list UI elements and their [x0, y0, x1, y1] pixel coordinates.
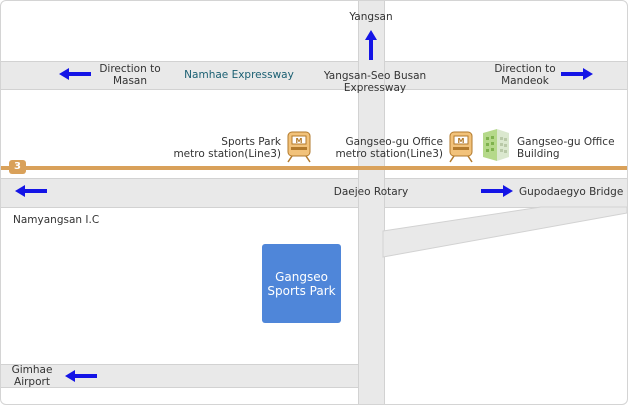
metro-line-3: [1, 166, 627, 170]
gangseo-office-station-label: Gangseo-gu Office metro station(Line3): [335, 136, 443, 160]
arrow-left-icon: [65, 370, 97, 382]
yangsan-label: Yangsan: [349, 11, 393, 23]
svg-text:M: M: [458, 137, 465, 145]
namhae-expressway-label: Namhae Expressway: [184, 69, 294, 81]
arrow-left-icon: [59, 68, 91, 80]
line-3-badge: 3: [9, 160, 26, 174]
arrow-up-icon: [365, 30, 377, 60]
location-map: 3 M M Yangsan Direction to Masan Namhae …: [0, 0, 628, 405]
arrow-right-icon: [561, 68, 593, 80]
metro-train-icon: M: [449, 131, 473, 163]
direction-masan-label: Direction to Masan: [99, 63, 161, 87]
office-building-icon: [483, 129, 509, 161]
daejeo-rotary-label: Daejeo Rotary: [333, 186, 409, 198]
sports-park-station-label: Sports Park metro station(Line3): [173, 136, 281, 160]
gimhae-airport-label: Gimhae Airport: [11, 364, 53, 388]
yangsan-seo-busan-expressway-label: Yangsan-Seo Busan Expressway: [323, 70, 427, 94]
arrow-right-icon: [481, 185, 513, 197]
diagonal-road: [382, 206, 627, 258]
gupodaegyo-bridge-label: Gupodaegyo Bridge: [519, 186, 624, 198]
direction-mandeok-label: Direction to Mandeok: [494, 63, 556, 87]
namyangsan-ic-label: Namyangsan I.C: [13, 214, 100, 226]
svg-text:M: M: [296, 137, 303, 145]
arrow-left-icon: [15, 185, 47, 197]
gangseo-office-building-label: Gangseo-gu Office Building: [517, 136, 615, 160]
metro-train-icon: M: [287, 131, 311, 163]
gangseo-sports-park-marker: Gangseo Sports Park: [262, 244, 341, 323]
